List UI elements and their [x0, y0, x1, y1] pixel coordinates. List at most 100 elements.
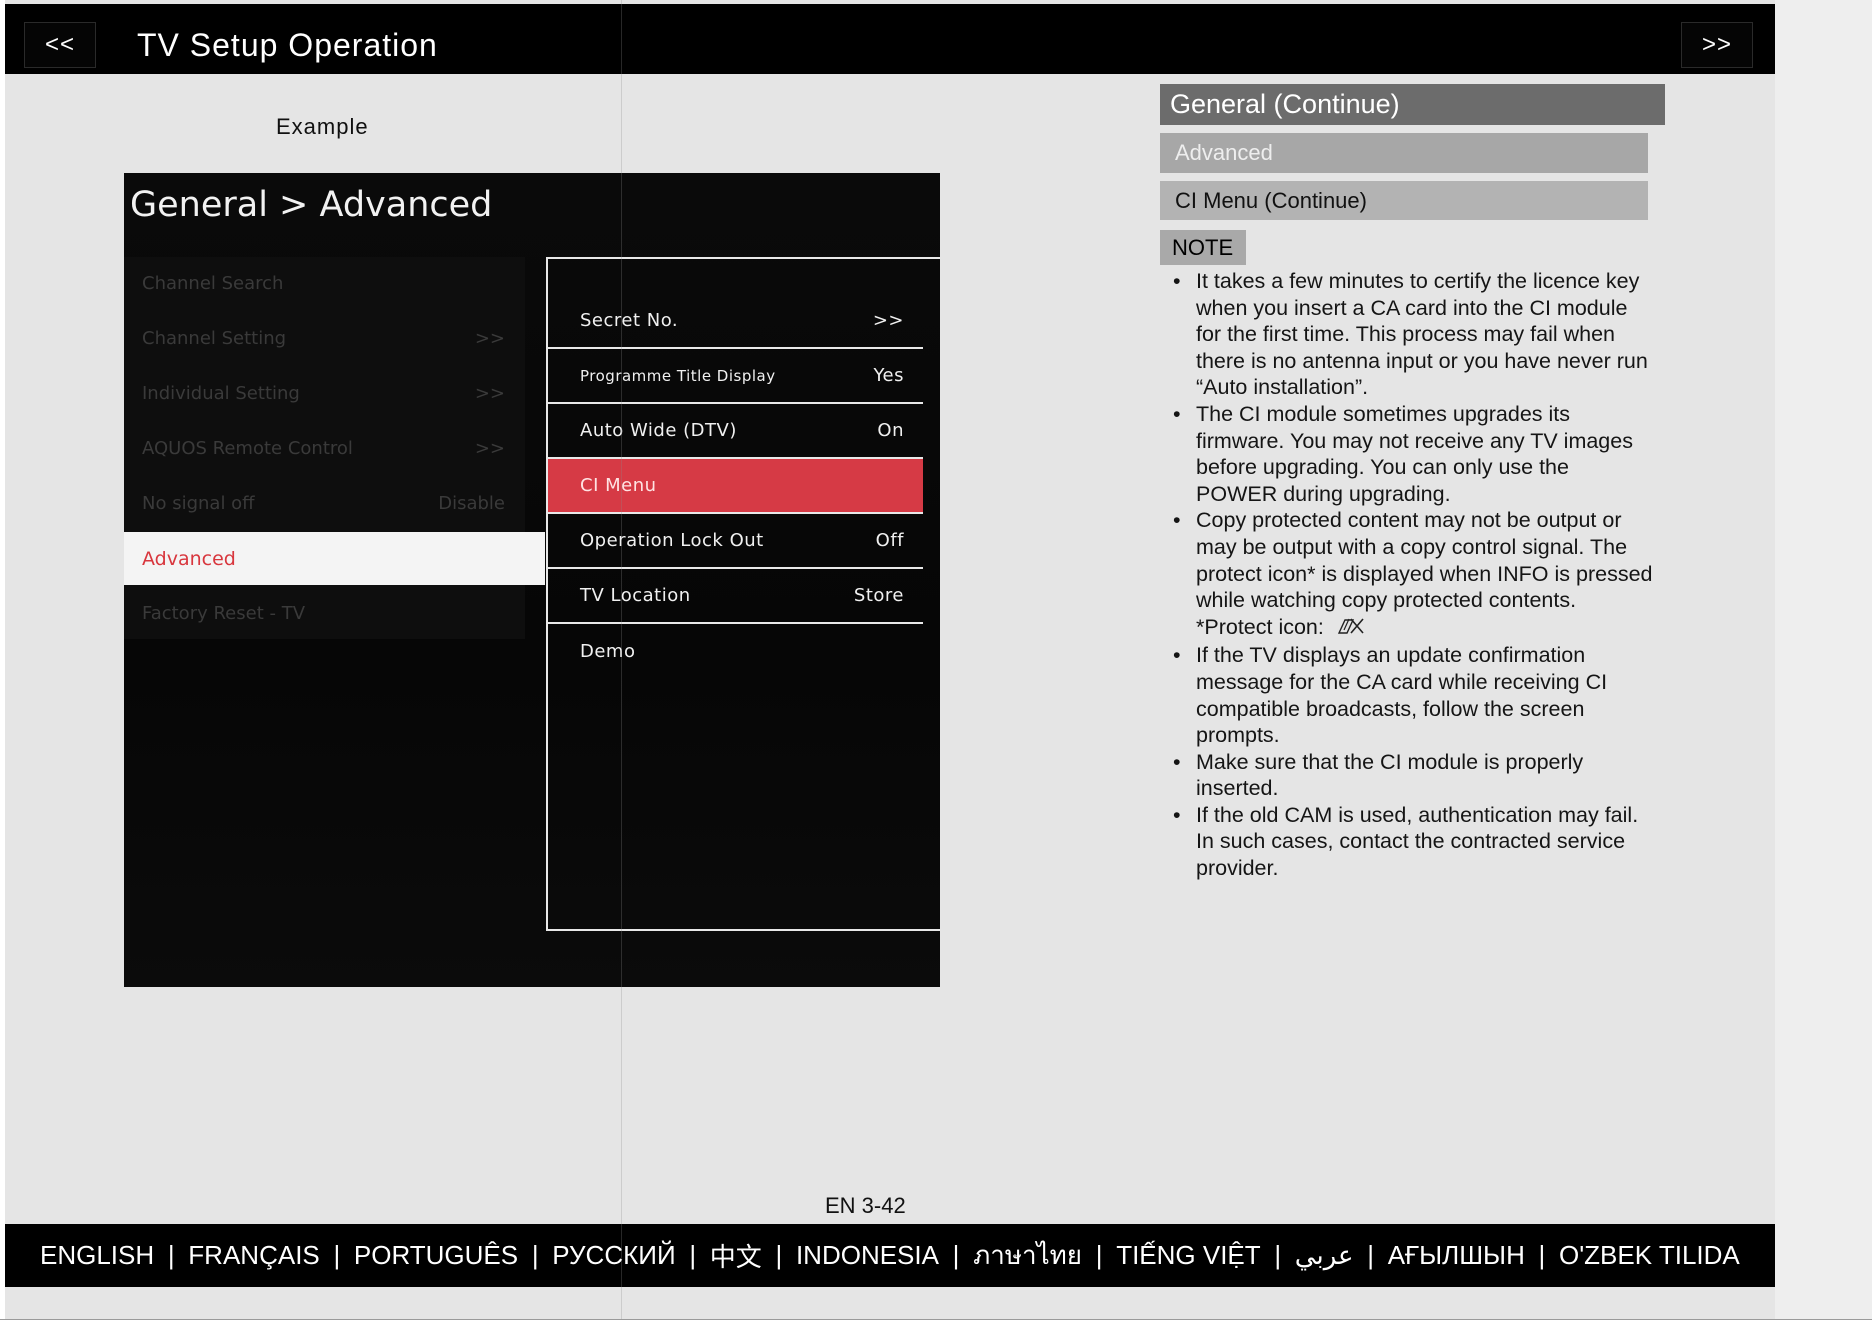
tv-menu-item-channel-search[interactable]: Channel Search — [124, 257, 525, 310]
submenu-item-label: Demo — [580, 641, 636, 662]
tv-submenu-item-tv-location[interactable]: TV Location Store — [548, 569, 923, 624]
tv-menu-item-factory-reset[interactable]: Factory Reset - TV — [124, 587, 525, 640]
tv-menu-item-advanced[interactable]: Advanced — [124, 532, 545, 585]
language-link-kazakh[interactable]: АҒЫЛШЫН — [1388, 1240, 1525, 1271]
submenu-item-value: Store — [853, 585, 904, 606]
tv-submenu-item-operation-lock-out[interactable]: Operation Lock Out Off — [548, 514, 923, 569]
language-link-english[interactable]: ENGLISH — [40, 1240, 154, 1271]
menu-item-label: Advanced — [142, 547, 236, 570]
chevron-right-icon: >> — [872, 310, 904, 331]
tv-menu-item-no-signal-off[interactable]: No signal off Disable — [124, 477, 525, 530]
note-text: It takes a few minutes to certify the li… — [1196, 269, 1648, 400]
language-separator: | — [167, 1240, 175, 1270]
note-item: • Make sure that the CI module is proper… — [1160, 749, 1655, 802]
section-title: General (Continue) — [1160, 84, 1665, 125]
submenu-item-label: TV Location — [580, 585, 691, 606]
tv-submenu-item-demo[interactable]: Demo — [548, 624, 923, 679]
language-separator: | — [1367, 1240, 1375, 1270]
note-item: • It takes a few minutes to certify the … — [1160, 268, 1655, 401]
menu-item-label: Channel Search — [142, 273, 284, 294]
menu-item-label: No signal off — [142, 493, 255, 514]
chevron-right-icon: >> — [474, 438, 505, 459]
bullet: • — [1173, 508, 1181, 533]
subsection-title: Advanced — [1160, 133, 1648, 173]
submenu-item-value: Yes — [873, 365, 904, 386]
language-link-portuguese[interactable]: PORTUGUÊS — [354, 1240, 518, 1271]
menu-item-label: Factory Reset - TV — [142, 603, 306, 624]
submenu-item-value: Off — [875, 530, 904, 551]
tv-menu-item-aquos-remote-control[interactable]: AQUOS Remote Control >> — [124, 422, 525, 475]
language-separator: | — [1274, 1240, 1282, 1270]
bullet: • — [1173, 401, 1181, 426]
note-text: Make sure that the CI module is properly… — [1196, 749, 1584, 801]
note-text: Copy protected content may not be output… — [1196, 508, 1653, 613]
submenu-item-value: On — [877, 420, 904, 441]
language-link-indonesian[interactable]: INDONESIA — [796, 1240, 939, 1271]
menu-item-label: Channel Setting — [142, 328, 287, 349]
tv-right-submenu: Secret No. >> Programme Title Display Ye… — [546, 257, 940, 931]
submenu-item-label: Auto Wide (DTV) — [580, 420, 737, 441]
note-text: The CI module sometimes upgrades its fir… — [1196, 401, 1633, 506]
language-separator: | — [531, 1240, 539, 1270]
right-page-strip — [1775, 0, 1872, 1320]
language-link-french[interactable]: FRANÇAIS — [188, 1240, 319, 1271]
submenu-item-label: Programme Title Display — [580, 366, 776, 385]
tv-submenu-item-auto-wide[interactable]: Auto Wide (DTV) On — [548, 404, 923, 459]
submenu-item-label: Operation Lock Out — [580, 530, 764, 551]
copy-protect-icon — [1336, 616, 1366, 643]
language-link-vietnamese[interactable]: TIẾNG VIỆT — [1116, 1240, 1260, 1271]
tv-menu-screenshot: General > Advanced Channel Search Channe… — [124, 173, 940, 987]
language-link-chinese[interactable]: 中文 — [710, 1237, 762, 1274]
bullet: • — [1173, 802, 1181, 827]
page-bottom-edge — [0, 1320, 1872, 1324]
language-separator: | — [689, 1240, 697, 1270]
tv-menu-item-individual-setting[interactable]: Individual Setting >> — [124, 367, 525, 420]
language-link-uzbek[interactable]: O'ZBEK TILIDA — [1559, 1240, 1740, 1271]
note-item: • If the old CAM is used, authentication… — [1160, 802, 1655, 882]
tv-left-menu: Channel Search Channel Setting >> Indivi… — [124, 257, 545, 640]
chevron-right-icon: >> — [474, 328, 505, 349]
chevron-right-icon: >> — [474, 383, 505, 404]
page-number: EN 3-42 — [825, 1193, 906, 1218]
language-separator: | — [333, 1240, 341, 1270]
left-page-edge — [0, 0, 5, 1324]
language-link-russian[interactable]: РУССКИЙ — [552, 1240, 675, 1271]
top-header-bar: << TV Setup Operation >> — [5, 4, 1775, 74]
tv-submenu-item-secret-no[interactable]: Secret No. >> — [548, 294, 923, 349]
language-separator: | — [1095, 1240, 1103, 1270]
tv-menu-item-channel-setting[interactable]: Channel Setting >> — [124, 312, 525, 365]
next-page-button[interactable]: >> — [1681, 22, 1753, 68]
tv-submenu-item-ci-menu[interactable]: CI Menu — [548, 459, 923, 514]
vertical-guide-line — [621, 0, 622, 1320]
note-label: NOTE — [1160, 230, 1246, 265]
menu-item-label: AQUOS Remote Control — [142, 438, 353, 459]
language-separator: | — [952, 1240, 960, 1270]
note-text: If the TV displays an update confirmatio… — [1196, 643, 1608, 748]
menu-item-value: Disable — [438, 493, 505, 514]
bullet: • — [1173, 269, 1181, 293]
submenu-item-label: Secret No. — [580, 310, 679, 331]
language-links: ENGLISH | FRANÇAIS | PORTUGUÊS | РУССКИЙ… — [40, 1224, 1740, 1287]
protect-icon-label: *Protect icon: — [1196, 614, 1324, 639]
menu-item-label: Individual Setting — [142, 383, 300, 404]
tv-breadcrumb: General > Advanced — [130, 185, 493, 225]
note-item: • If the TV displays an update confirmat… — [1160, 642, 1655, 748]
bullet: • — [1173, 749, 1181, 774]
note-item: • Copy protected content may not be outp… — [1160, 507, 1655, 642]
bullet: • — [1173, 643, 1181, 668]
language-bar: ENGLISH | FRANÇAIS | PORTUGUÊS | РУССКИЙ… — [5, 1224, 1775, 1287]
page-title: TV Setup Operation — [137, 27, 438, 63]
protect-icon-line: *Protect icon: — [1196, 614, 1655, 643]
submenu-item-label: CI Menu — [580, 475, 657, 496]
language-link-thai[interactable]: ภาษาไทย — [973, 1235, 1082, 1276]
topic-title: CI Menu (Continue) — [1160, 181, 1648, 220]
language-link-arabic[interactable]: عربي — [1295, 1240, 1354, 1271]
note-text: If the old CAM is used, authentication m… — [1196, 802, 1639, 881]
note-item: • The CI module sometimes upgrades its f… — [1160, 401, 1655, 507]
previous-page-button[interactable]: << — [24, 22, 96, 68]
language-separator: | — [1538, 1240, 1546, 1270]
tv-submenu-item-programme-title-display[interactable]: Programme Title Display Yes — [548, 349, 923, 404]
note-list: • It takes a few minutes to certify the … — [1160, 268, 1655, 882]
example-caption: Example — [276, 114, 369, 139]
language-separator: | — [775, 1240, 783, 1270]
